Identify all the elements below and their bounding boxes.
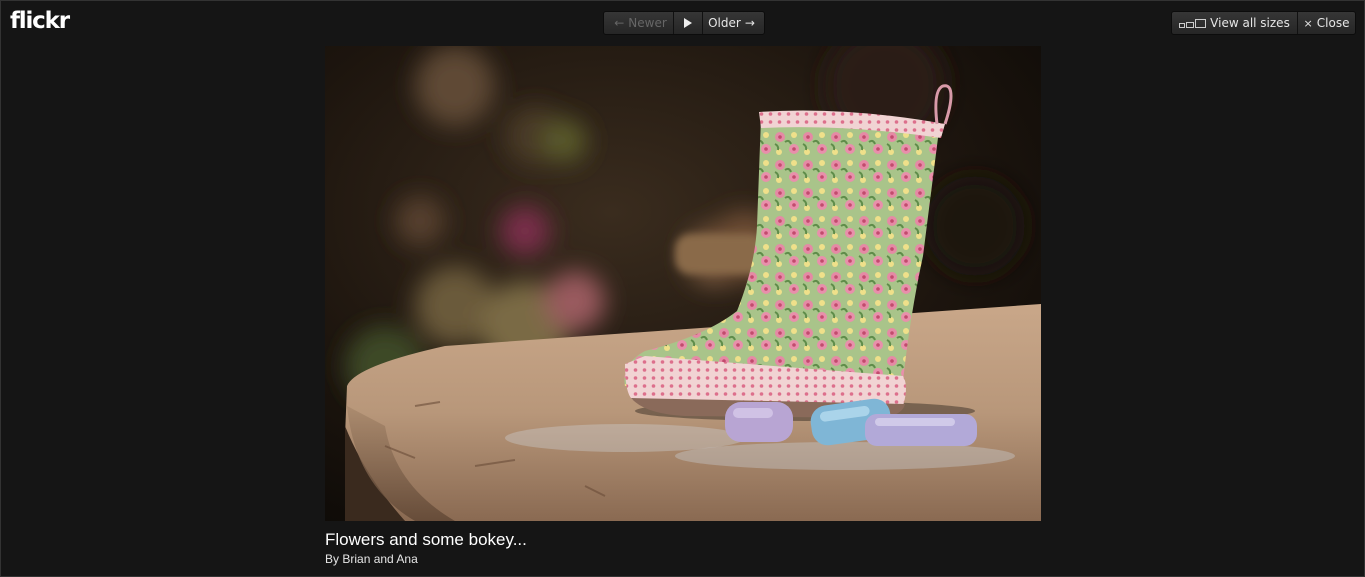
slideshow-play-button[interactable] (673, 12, 702, 34)
newer-button[interactable]: ← Newer (604, 12, 673, 34)
arrow-right-icon: → (744, 16, 755, 30)
photo-navigation: ← Newer Older → (603, 11, 765, 35)
flickr-logo[interactable]: flickr (10, 8, 70, 34)
author-link[interactable]: Brian and Ana (342, 552, 417, 566)
newer-label: Newer (628, 16, 667, 30)
close-label: Close (1316, 16, 1350, 30)
photo-title: Flowers and some bokey... (325, 530, 527, 549)
sizes-icon (1179, 18, 1207, 28)
play-icon (684, 18, 692, 28)
older-label: Older (708, 16, 741, 30)
byline-prefix: By (325, 552, 340, 566)
close-button[interactable]: × Close (1297, 12, 1355, 34)
lightbox-actions: View all sizes × Close (1171, 11, 1356, 35)
photo-byline: By Brian and Ana (325, 552, 418, 566)
close-icon: × (1303, 16, 1313, 30)
main-photo[interactable] (325, 46, 1041, 521)
view-all-sizes-label: View all sizes (1210, 16, 1290, 30)
view-all-sizes-button[interactable]: View all sizes (1172, 12, 1297, 34)
older-button[interactable]: Older → (702, 12, 764, 34)
arrow-left-icon: ← (614, 16, 625, 30)
